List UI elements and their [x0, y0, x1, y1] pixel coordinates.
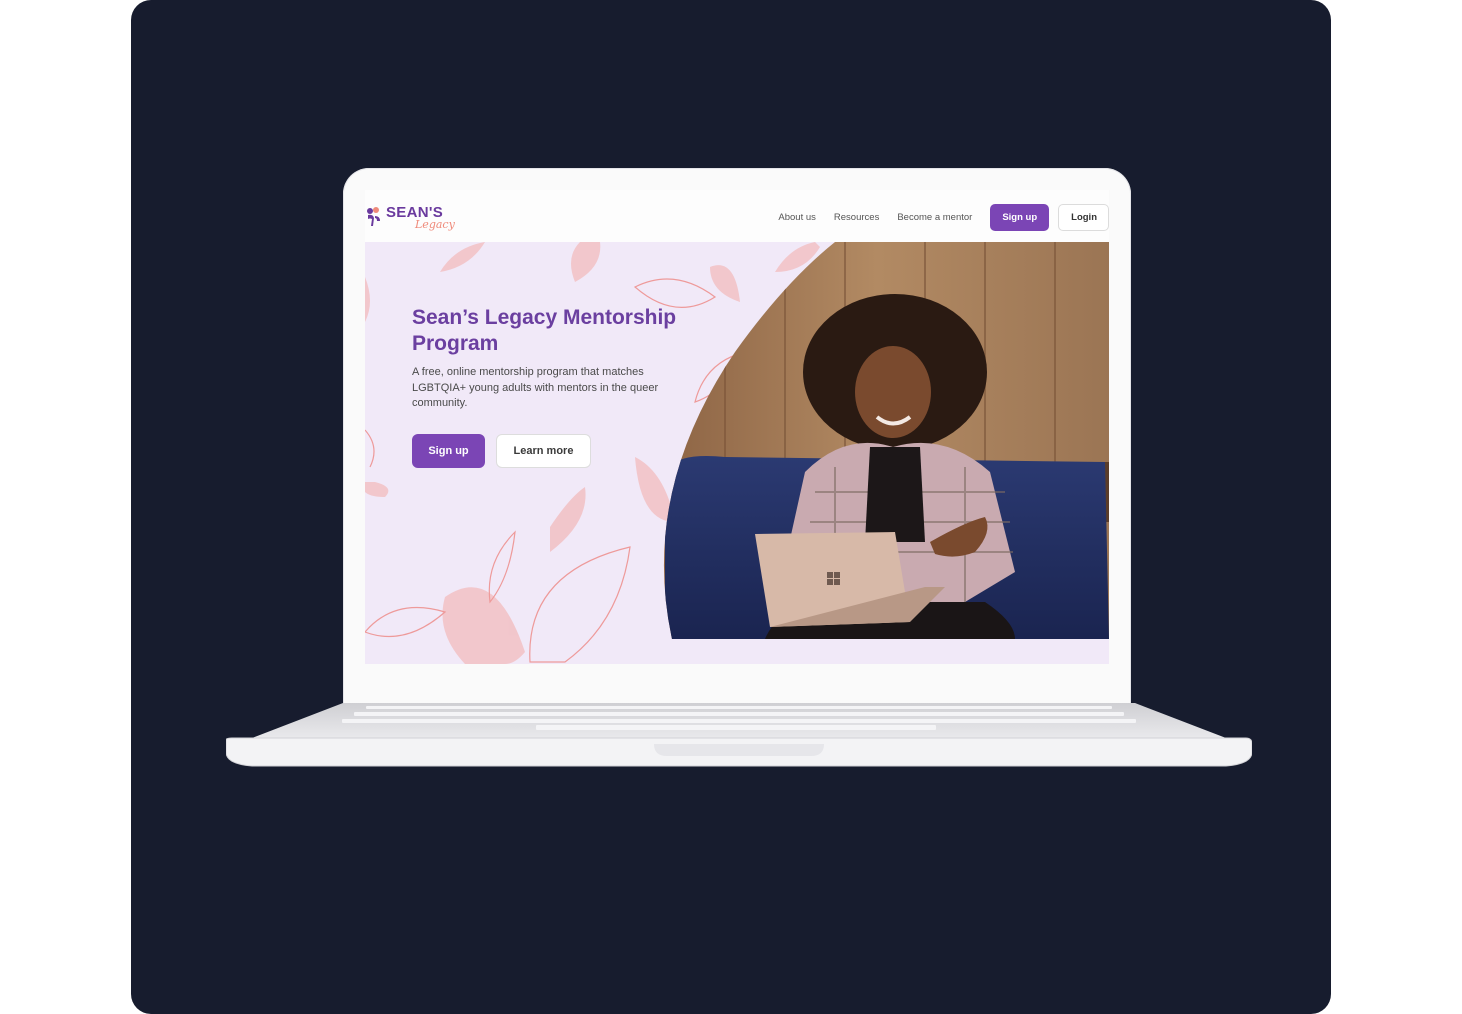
nav-link-become-mentor[interactable]: Become a mentor	[897, 212, 972, 223]
hero-actions: Sign up Learn more	[412, 434, 591, 468]
hero-description: A free, online mentorship program that m…	[412, 366, 659, 409]
flower-logo-icon	[367, 207, 380, 226]
nav-link-about-us[interactable]: About us	[778, 212, 816, 223]
hero-signup-button[interactable]: Sign up	[412, 434, 485, 468]
brand-script: Legacy	[415, 218, 455, 231]
hero-section: Sean’s Legacy Mentorship Program A free,…	[365, 242, 1109, 664]
nav-signup-button[interactable]: Sign up	[990, 204, 1050, 231]
brand-logo[interactable]: SEAN'S Legacy	[365, 204, 465, 234]
hero-learn-more-button[interactable]: Learn more	[496, 434, 591, 468]
trackpad-notch	[654, 744, 824, 756]
laptop-screen: SEAN'S Legacy About us Resources Become …	[365, 190, 1109, 664]
nav-menu: About us Resources Become a mentor Sign …	[778, 204, 1109, 231]
hero-title: Sean’s Legacy Mentorship Program	[412, 306, 677, 355]
laptop-lid: SEAN'S Legacy About us Resources Become …	[343, 168, 1131, 708]
site-header: SEAN'S Legacy About us Resources Become …	[365, 190, 1109, 242]
nav-link-resources[interactable]: Resources	[834, 212, 879, 223]
nav-login-button[interactable]: Login	[1058, 204, 1109, 231]
laptop-base	[226, 703, 1252, 767]
